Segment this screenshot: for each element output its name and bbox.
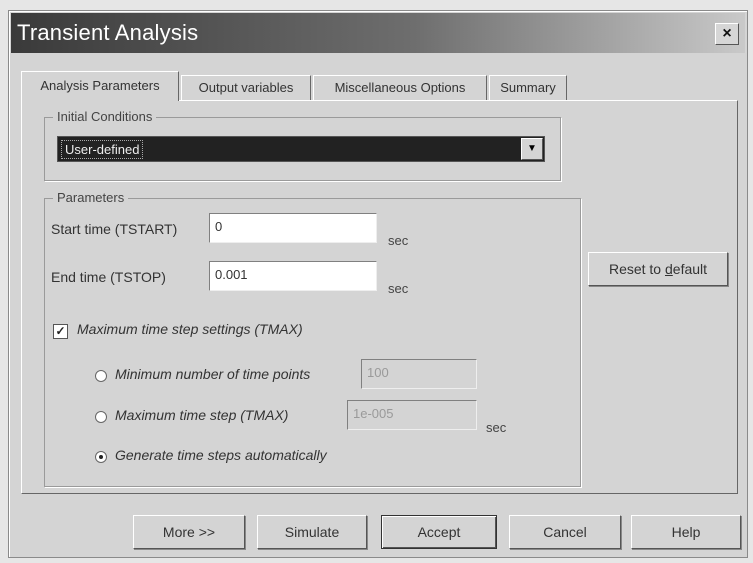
reset-label-accel: d [664,261,673,277]
start-time-field[interactable]: 0 [209,213,377,243]
simulate-button[interactable]: Simulate [257,515,367,549]
close-icon[interactable]: × [715,23,739,45]
tab-summary[interactable]: Summary [489,75,567,100]
end-time-label: End time (TSTOP) [51,269,166,285]
initial-conditions-group: Initial Conditions User-defined ▼ [44,109,561,181]
transient-analysis-dialog: Transient Analysis × Analysis Parameters… [8,10,748,558]
auto-time-steps-label: Generate time steps automatically [115,447,327,463]
min-time-points-field[interactable]: 100 [361,359,477,389]
tab-analysis-parameters[interactable]: Analysis Parameters [21,71,179,101]
start-time-unit: sec [388,233,409,248]
accept-button[interactable]: Accept [381,515,497,549]
more-button[interactable]: More >> [133,515,245,549]
help-button[interactable]: Help [631,515,741,549]
chevron-down-icon[interactable]: ▼ [521,138,543,160]
min-time-points-label: Minimum number of time points [115,366,311,382]
end-time-field[interactable]: 0.001 [209,261,377,291]
max-time-step-field[interactable]: 1e-005 [347,400,477,430]
max-time-step-label: Maximum time step (TMAX) [115,407,289,423]
initial-conditions-label: Initial Conditions [53,109,157,124]
start-time-label: Start time (TSTART) [51,221,178,237]
parameters-label: Parameters [53,190,129,205]
window-title: Transient Analysis [17,20,199,45]
max-time-step-radio[interactable] [95,411,107,423]
reset-label-pre: Reset to [608,261,665,277]
initial-conditions-value: User-defined [61,140,144,159]
tmax-checkbox-label: Maximum time step settings (TMAX) [77,321,303,337]
end-time-unit: sec [388,281,409,296]
max-time-step-unit: sec [486,420,507,435]
tab-output-variables[interactable]: Output variables [181,75,311,100]
auto-time-steps-radio[interactable] [95,451,107,463]
parameters-group: Parameters Start time (TSTART) 0 sec End… [44,190,581,487]
title-bar[interactable]: Transient Analysis × [11,13,745,53]
min-time-points-radio[interactable] [95,370,107,382]
reset-label-post: efault [672,261,708,277]
analysis-parameters-panel: Initial Conditions User-defined ▼ Parame… [21,100,738,494]
reset-to-default-button[interactable]: Reset to default [588,252,728,286]
tab-miscellaneous-options[interactable]: Miscellaneous Options [313,75,487,100]
initial-conditions-select[interactable]: User-defined ▼ [57,136,545,162]
cancel-button[interactable]: Cancel [509,515,621,549]
tmax-checkbox[interactable]: ✓ [53,324,68,339]
